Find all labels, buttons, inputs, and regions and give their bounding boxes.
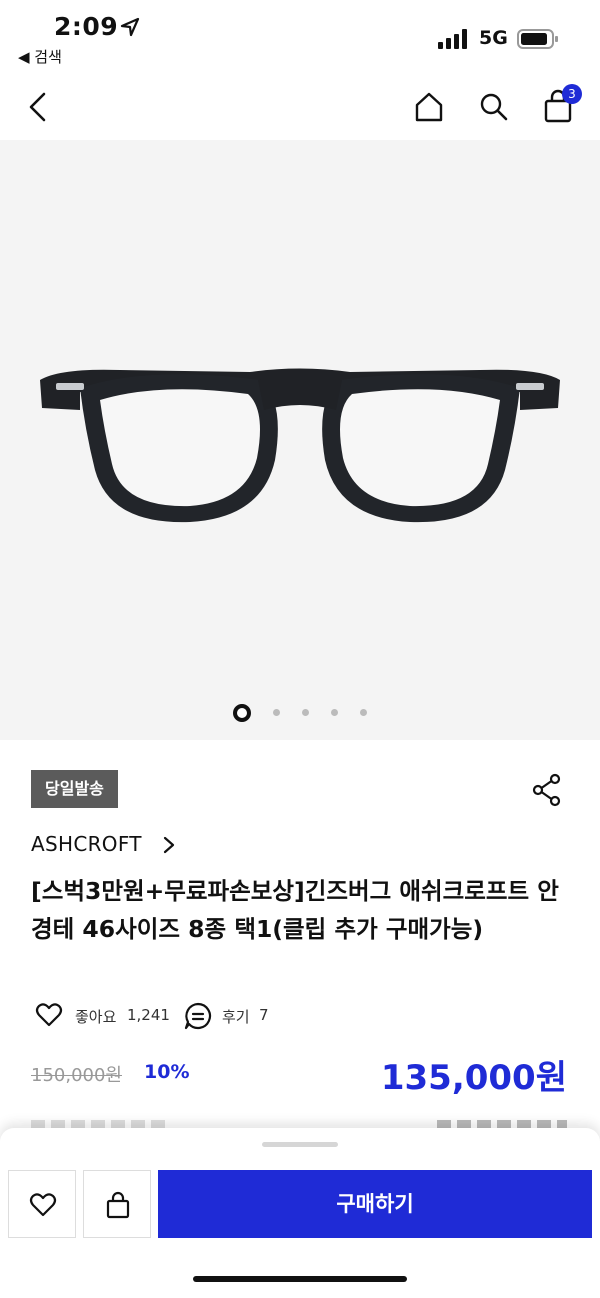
gallery-dot[interactable]: [273, 709, 280, 716]
shopping-bag-icon: [106, 1191, 130, 1219]
chevron-right-icon[interactable]: [160, 834, 178, 856]
buy-now-button[interactable]: 구매하기: [158, 1170, 592, 1238]
add-to-cart-button[interactable]: [83, 1170, 151, 1238]
cart-count-badge: 3: [562, 84, 582, 104]
sheet-grabber[interactable]: [262, 1142, 338, 1147]
gallery-dot[interactable]: [331, 709, 338, 716]
back-chevron-icon[interactable]: [22, 88, 56, 126]
brand-link[interactable]: ASHCROFT: [31, 832, 142, 856]
home-indicator[interactable]: [193, 1276, 407, 1282]
share-icon[interactable]: [530, 772, 564, 808]
cellular-signal-icon: [438, 29, 467, 49]
back-to-app-link[interactable]: ◀ 검색: [18, 46, 62, 67]
likes-count: 1,241: [127, 1006, 170, 1024]
likes-label: 좋아요: [75, 1008, 117, 1026]
status-time: 2:09: [54, 12, 119, 41]
heart-icon: [29, 1193, 57, 1217]
heart-icon[interactable]: [35, 1002, 63, 1028]
sale-price: 135,000원: [380, 1058, 567, 1098]
gallery-dot[interactable]: [360, 709, 367, 716]
discount-rate: 10%: [144, 1061, 190, 1083]
same-day-shipping-badge: 당일발송: [31, 770, 118, 808]
product-image-gallery[interactable]: [0, 140, 600, 740]
home-icon[interactable]: [410, 88, 448, 126]
product-meta-row: 좋아요 1,241 후기 7: [31, 998, 431, 1034]
cart-button[interactable]: 3: [538, 84, 582, 128]
eyeglasses-product-image: [40, 368, 560, 523]
gallery-dot-active[interactable]: [233, 703, 251, 722]
reviews-count[interactable]: 7: [259, 1006, 269, 1024]
product-title: [스벅3만원+무료파손보상]긴즈버그 애쉬크로프트 안경테 46사이즈 8종 택…: [31, 877, 559, 943]
gallery-pagination: [0, 702, 600, 722]
review-bubble-icon[interactable]: [183, 1001, 213, 1031]
status-bar: 2:09 ◀ 검색 5G: [0, 0, 600, 74]
purchase-bottom-sheet: 구매하기: [0, 1128, 600, 1298]
reviews-label[interactable]: 후기: [222, 1006, 250, 1027]
location-arrow-icon: [120, 17, 140, 37]
network-type: 5G: [479, 27, 508, 49]
original-price: 150,000원: [31, 1065, 122, 1086]
battery-icon: [517, 29, 558, 49]
top-navigation: 3: [0, 74, 600, 140]
gallery-dot[interactable]: [302, 709, 309, 716]
wishlist-button[interactable]: [8, 1170, 76, 1238]
search-icon[interactable]: [475, 88, 513, 126]
